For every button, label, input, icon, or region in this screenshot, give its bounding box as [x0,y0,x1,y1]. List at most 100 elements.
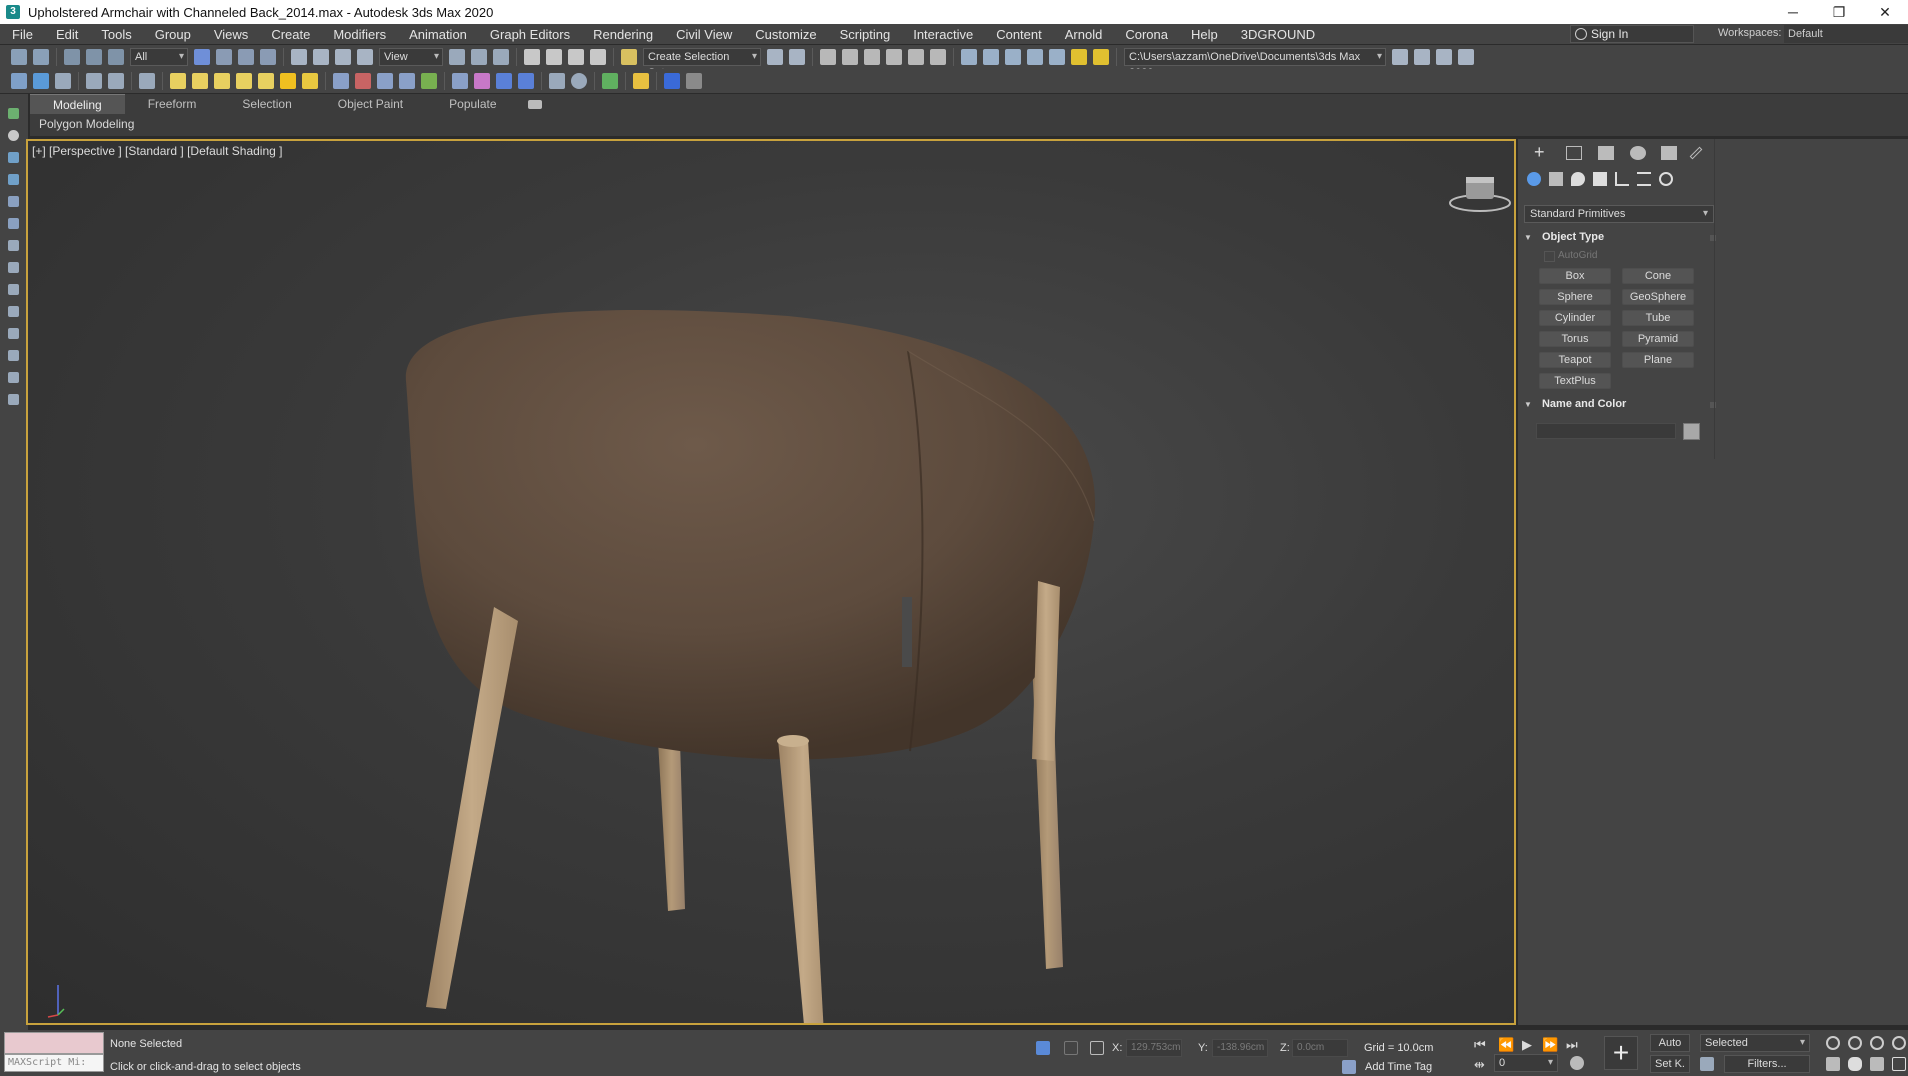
menu-animation[interactable]: Animation [397,27,478,42]
rotate-icon[interactable] [313,49,329,65]
undo-icon[interactable] [11,49,27,65]
spinner-snap-icon[interactable] [590,49,606,65]
lights-icon[interactable] [1571,172,1585,186]
time-config-icon[interactable] [1570,1056,1584,1070]
menu-edit[interactable]: Edit [44,27,89,42]
layout-icon-7[interactable] [8,240,19,251]
torus-button[interactable]: Torus [1539,331,1611,347]
x-coordinate-field[interactable]: 129.753cm [1126,1039,1182,1057]
pivot-center-icon[interactable] [449,49,465,65]
previous-frame-icon[interactable]: ⏪ [1498,1037,1514,1053]
layout-icon-5[interactable] [8,196,19,207]
menu-create[interactable]: Create [259,27,321,42]
tube-button[interactable]: Tube [1622,310,1694,326]
link-icon[interactable] [64,49,80,65]
refresh-green-icon[interactable] [602,73,618,89]
material-tool-b-icon[interactable] [474,73,490,89]
perspective-viewport[interactable]: [+] [Perspective ] [Standard ] [Default … [26,139,1516,1025]
maximize-viewport-icon[interactable] [1892,1057,1906,1071]
modifier-tool-e-icon[interactable] [421,73,437,89]
render-tool-yellow-icon[interactable] [1071,49,1087,65]
layout-icon-1[interactable] [8,108,19,119]
modifier-tool-b-icon[interactable] [355,73,371,89]
redo-icon[interactable] [33,49,49,65]
viewport-tool-icon[interactable] [11,73,27,89]
field-of-view-icon[interactable] [1826,1057,1840,1071]
motion-tab-icon[interactable] [1630,146,1646,160]
help-circle-icon[interactable] [571,73,587,89]
rectangular-selection-icon[interactable] [238,49,254,65]
menu-modifiers[interactable]: Modifiers [321,27,397,42]
selection-lock-icon[interactable] [1064,1041,1078,1055]
snaps-toggle-icon[interactable] [524,49,540,65]
minimize-button[interactable]: ─ [1770,0,1816,24]
render-tool-scissors-icon[interactable] [1093,49,1109,65]
space-warps-icon[interactable] [1637,172,1651,186]
helpers-icon[interactable] [1615,172,1629,186]
menu-rendering[interactable]: Rendering [581,27,664,42]
absolute-mode-icon[interactable] [1090,1041,1104,1055]
object-type-rollout[interactable]: ▼ Object Type [1524,231,1724,247]
modifier-tool-c-icon[interactable] [377,73,393,89]
key-mode-icon[interactable]: ⇹ [1474,1057,1485,1073]
modifier-tool-d-icon[interactable] [399,73,415,89]
keyboard-shortcut-override-icon[interactable] [493,49,509,65]
create-box-icon[interactable] [170,73,186,89]
object-name-field[interactable] [1536,423,1676,439]
material-tool-d-icon[interactable] [518,73,534,89]
menu-corona[interactable]: Corona [1113,27,1179,42]
angle-snap-icon[interactable] [546,49,562,65]
layout-icon-2[interactable] [8,130,19,141]
pan-icon[interactable] [1848,1057,1862,1071]
key-filter-selected-dropdown[interactable]: Selected [1700,1034,1810,1052]
layer-properties-icon[interactable] [108,73,124,89]
systems-icon[interactable] [1659,172,1673,186]
named-selection-dropdown[interactable]: Create Selection Set [643,48,761,79]
select-manipulate-icon[interactable] [471,49,487,65]
render-in-cloud-icon[interactable] [1027,49,1043,65]
custom-tool-icon[interactable] [139,73,155,89]
open-project-icon[interactable] [1392,49,1408,65]
material-tool-c-icon[interactable] [496,73,512,89]
current-frame-field[interactable]: 0 [1494,1054,1558,1072]
create-pyramid-icon[interactable] [258,73,274,89]
sign-in-dropdown[interactable]: Sign In [1570,25,1694,43]
go-to-start-icon[interactable]: ⏮ [1474,1037,1486,1053]
z-coordinate-field[interactable]: 0.0cm [1292,1039,1348,1057]
material-tool-a-icon[interactable] [452,73,468,89]
bind-space-warp-icon[interactable] [108,49,124,65]
plane-button[interactable]: Plane [1622,352,1694,368]
align-icon[interactable] [789,49,805,65]
zoom-icon[interactable] [1826,1036,1840,1050]
create-sphere-icon[interactable] [214,73,230,89]
create-tab-icon[interactable]: + [1534,143,1550,161]
tab-populate[interactable]: Populate [426,94,519,114]
next-frame-icon[interactable]: ⏩ [1542,1037,1558,1053]
armchair-model[interactable] [28,141,1516,1025]
cylinder-button[interactable]: Cylinder [1539,310,1611,326]
menu-group[interactable]: Group [143,27,202,42]
tab-selection[interactable]: Selection [219,94,314,114]
project-save-icon[interactable] [1436,49,1452,65]
box-button[interactable]: Box [1539,268,1611,284]
render-setup-icon[interactable] [961,49,977,65]
blue-tool-icon[interactable] [664,73,680,89]
y-coordinate-field[interactable]: -138.96cm [1212,1039,1268,1057]
menu-scripting[interactable]: Scripting [828,27,902,42]
mirror-icon[interactable] [767,49,783,65]
geometry-icon[interactable] [1527,172,1541,186]
layout-icon-14[interactable] [8,394,19,405]
toggle-ribbon-icon[interactable] [864,49,880,65]
layout-icon-6[interactable] [8,218,19,229]
layer-tool-icon[interactable] [55,73,71,89]
teapot-button[interactable]: Teapot [1539,352,1611,368]
toggle-scene-explorer-icon[interactable] [820,49,836,65]
percent-snap-icon[interactable] [568,49,584,65]
menu-file[interactable]: File [0,27,44,42]
set-key-big-icon[interactable]: + [1604,1036,1638,1070]
layout-icon-10[interactable] [8,306,19,317]
workspaces-dropdown[interactable]: Default [1784,25,1908,43]
key-filters-button[interactable]: Filters... [1724,1055,1810,1073]
zoom-extents-all-icon[interactable] [1892,1036,1906,1050]
shapes-icon[interactable] [1549,172,1563,186]
